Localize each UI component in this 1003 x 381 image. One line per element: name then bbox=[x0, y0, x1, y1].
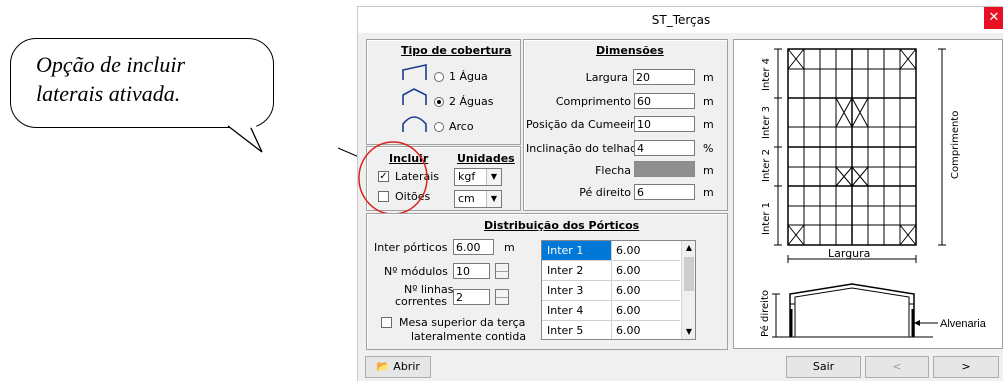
largura-input[interactable]: 20 bbox=[633, 69, 695, 85]
inter-porticos-input[interactable]: 6.00 bbox=[453, 239, 494, 255]
grid-cell-name[interactable]: Inter 2 bbox=[542, 261, 612, 280]
grid-cell-name[interactable]: Inter 4 bbox=[542, 301, 612, 320]
pe-direito-dim-label: Pé direito bbox=[759, 290, 771, 337]
largura-unit: m bbox=[703, 71, 714, 84]
radio-1-agua[interactable] bbox=[434, 72, 444, 82]
scroll-down-icon[interactable]: ▼ bbox=[682, 325, 695, 339]
abrir-button[interactable]: 📂 Abrir bbox=[365, 356, 431, 378]
next-label: > bbox=[961, 360, 971, 373]
flecha-unit: m bbox=[703, 164, 714, 177]
table-row[interactable]: Inter 4 6.00 bbox=[542, 301, 680, 321]
arch-roof-icon bbox=[402, 116, 427, 132]
structure-drawing: Inter 4 Inter 3 Inter 2 Inter 1 Comprime… bbox=[759, 48, 987, 338]
highlight-circle bbox=[358, 141, 428, 215]
inter-3-label: Inter 3 bbox=[761, 106, 772, 139]
table-row[interactable]: Inter 1 6.00 bbox=[542, 241, 680, 261]
largura-dim-label: Largura bbox=[828, 247, 870, 260]
inter-1-label: Inter 1 bbox=[761, 202, 772, 235]
radio-1-agua-label: 1 Água bbox=[449, 70, 488, 83]
flecha-input bbox=[634, 161, 695, 177]
chevron-down-icon: ▼ bbox=[486, 191, 501, 207]
inclinacao-label: Inclinação do telhado bbox=[526, 142, 644, 155]
inter-grid[interactable]: Inter 1 6.00 Inter 2 6.00 Inter 3 6.00 I… bbox=[541, 240, 696, 340]
tipo-cobertura-header: Tipo de cobertura bbox=[401, 44, 512, 57]
pe-direito-unit: m bbox=[703, 186, 714, 199]
mesa-superior-checkbox[interactable] bbox=[381, 317, 392, 328]
inter-porticos-unit: m bbox=[504, 241, 515, 254]
modulos-spinner[interactable] bbox=[495, 263, 509, 279]
length-unit-value: cm bbox=[458, 192, 475, 205]
title-bar: ST_Terças ✕ bbox=[358, 7, 1003, 33]
linhas-input[interactable]: 2 bbox=[453, 289, 490, 305]
comprimento-dim-label: Comprimento bbox=[950, 111, 961, 179]
scroll-up-icon[interactable]: ▲ bbox=[682, 241, 695, 255]
single-slope-roof-icon bbox=[402, 64, 427, 80]
inclinacao-unit: % bbox=[703, 142, 714, 155]
linhas-spinner[interactable] bbox=[495, 289, 509, 305]
sair-label: Sair bbox=[812, 360, 835, 373]
grid-cell-name[interactable]: Inter 5 bbox=[542, 321, 612, 339]
posicao-cumeeira-input[interactable]: 10 bbox=[634, 116, 695, 132]
comprimento-unit: m bbox=[703, 95, 714, 108]
grid-cell-value[interactable]: 6.00 bbox=[612, 261, 680, 280]
callout-line-1: Opção de incluir bbox=[36, 52, 186, 77]
grid-scrollbar[interactable]: ▲ ▼ bbox=[681, 241, 695, 339]
table-row[interactable]: Inter 3 6.00 bbox=[542, 281, 680, 301]
mesa-label-2: lateralmente contida bbox=[411, 330, 527, 343]
close-button[interactable]: ✕ bbox=[984, 7, 1003, 29]
grid-cell-value[interactable]: 6.00 bbox=[612, 301, 680, 320]
force-unit-value: kgf bbox=[458, 170, 476, 183]
pe-direito-label: Pé direito bbox=[579, 186, 631, 199]
prev-button[interactable]: < bbox=[865, 356, 929, 378]
radio-arco[interactable] bbox=[434, 122, 444, 132]
comprimento-input[interactable]: 60 bbox=[634, 93, 695, 109]
grid-cell-value[interactable]: 6.00 bbox=[612, 321, 680, 339]
callout-text: Opção de incluir laterais ativada. bbox=[36, 50, 276, 108]
dimensoes-header: Dimensões bbox=[596, 44, 664, 57]
modulos-input[interactable]: 10 bbox=[453, 263, 490, 279]
flecha-label: Flecha bbox=[595, 164, 631, 177]
grid-cell-value[interactable]: 6.00 bbox=[612, 281, 680, 300]
double-slope-roof-icon bbox=[402, 88, 427, 105]
abrir-label: Abrir bbox=[393, 360, 420, 373]
table-row[interactable]: Inter 2 6.00 bbox=[542, 261, 680, 281]
next-button[interactable]: > bbox=[933, 356, 999, 378]
alvenaria-label: Alvenaria bbox=[940, 318, 987, 330]
scroll-thumb[interactable] bbox=[684, 257, 694, 291]
table-row[interactable]: Inter 5 6.00 bbox=[542, 321, 680, 339]
force-unit-select[interactable]: kgf ▼ bbox=[454, 168, 502, 186]
radio-arco-label: Arco bbox=[449, 120, 474, 133]
radio-2-aguas-label: 2 Águas bbox=[449, 95, 494, 108]
distribuicao-header: Distribuição dos Pórticos bbox=[484, 219, 640, 232]
inter-4-label: Inter 4 bbox=[761, 58, 772, 91]
unidades-header: Unidades bbox=[457, 152, 515, 165]
radio-2-aguas[interactable] bbox=[434, 97, 444, 107]
posicao-cumeeira-label: Posição da Cumeeira bbox=[526, 118, 642, 131]
posicao-cumeeira-unit: m bbox=[703, 118, 714, 131]
comprimento-label: Comprimento bbox=[555, 95, 631, 108]
grid-cell-name[interactable]: Inter 1 bbox=[542, 241, 612, 260]
folder-open-icon: 📂 bbox=[376, 360, 390, 373]
largura-label: Largura bbox=[585, 71, 628, 84]
close-icon: ✕ bbox=[988, 10, 1000, 25]
window-title: ST_Terças bbox=[651, 13, 711, 27]
chevron-down-icon: ▼ bbox=[486, 169, 501, 185]
mesa-label-1: Mesa superior da terça bbox=[399, 316, 526, 329]
linhas-label-2: correntes bbox=[395, 295, 447, 308]
inclinacao-input[interactable]: 4 bbox=[634, 140, 695, 156]
grid-cell-name[interactable]: Inter 3 bbox=[542, 281, 612, 300]
sair-button[interactable]: Sair bbox=[786, 356, 861, 378]
roof-icons bbox=[402, 64, 427, 132]
inter-porticos-label: Inter pórticos bbox=[374, 241, 448, 254]
grid-cell-value[interactable]: 6.00 bbox=[612, 241, 680, 260]
modulos-label: Nº módulos bbox=[384, 265, 448, 278]
length-unit-select[interactable]: cm ▼ bbox=[454, 190, 502, 208]
prev-label: < bbox=[892, 360, 902, 373]
inter-2-label: Inter 2 bbox=[761, 149, 772, 182]
pe-direito-input[interactable]: 6 bbox=[634, 184, 695, 200]
callout-line-2: laterais ativada. bbox=[36, 81, 181, 106]
